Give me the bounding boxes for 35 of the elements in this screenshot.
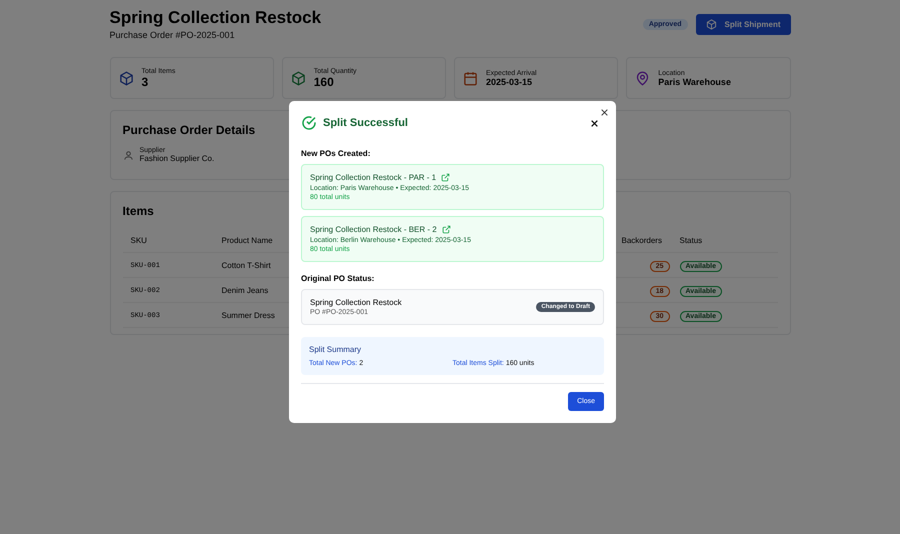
box-icon <box>118 70 134 86</box>
stat-value: Paris Warehouse <box>658 76 731 86</box>
summary-title: Split Summary <box>309 345 362 354</box>
external-link-icon[interactable] <box>442 225 451 234</box>
close-button[interactable] <box>601 109 608 116</box>
product-cell: Denim Jeans <box>222 286 268 294</box>
po-name: Spring Collection Restock - PAR - 1 <box>310 173 436 182</box>
box-icon <box>290 70 306 86</box>
stat-value: 2025-03-15 <box>486 76 534 86</box>
close-button[interactable] <box>591 120 598 126</box>
product-cell: Summer Dress <box>222 310 275 320</box>
stat-value: 160 <box>314 74 335 88</box>
po-name: Spring Collection Restock - BER - 2 <box>310 225 437 234</box>
column-header: Status <box>680 236 702 244</box>
column-header: Backorders <box>622 236 662 244</box>
external-link-icon[interactable] <box>441 173 450 182</box>
column-header: SKU <box>130 236 147 244</box>
user-icon <box>122 150 134 160</box>
product-cell: Cotton T-Shirt <box>222 260 271 270</box>
po-name: Spring Collection Restock <box>310 298 402 307</box>
column-header: Product Name <box>222 236 273 244</box>
section-heading: Original PO Status: <box>301 274 376 283</box>
page-title: Spring Collection Restock <box>110 8 322 28</box>
stat-value: 3 <box>142 74 150 88</box>
split-shipment-button[interactable]: Split Shipment <box>696 14 790 34</box>
dialog-title: Split Successful <box>323 117 409 129</box>
page-subtitle: Purchase Order #PO-2025-001 <box>110 30 236 40</box>
section-title: Purchase Order Details <box>122 123 256 137</box>
section-heading: New POs Created: <box>301 149 372 158</box>
calendar-icon <box>463 70 478 86</box>
box-icon <box>706 18 716 30</box>
section-title: Items <box>122 204 154 218</box>
map-pin-icon <box>635 70 650 86</box>
check-circle-icon <box>301 115 317 131</box>
supplier-name: Fashion Supplier Co. <box>140 154 214 163</box>
